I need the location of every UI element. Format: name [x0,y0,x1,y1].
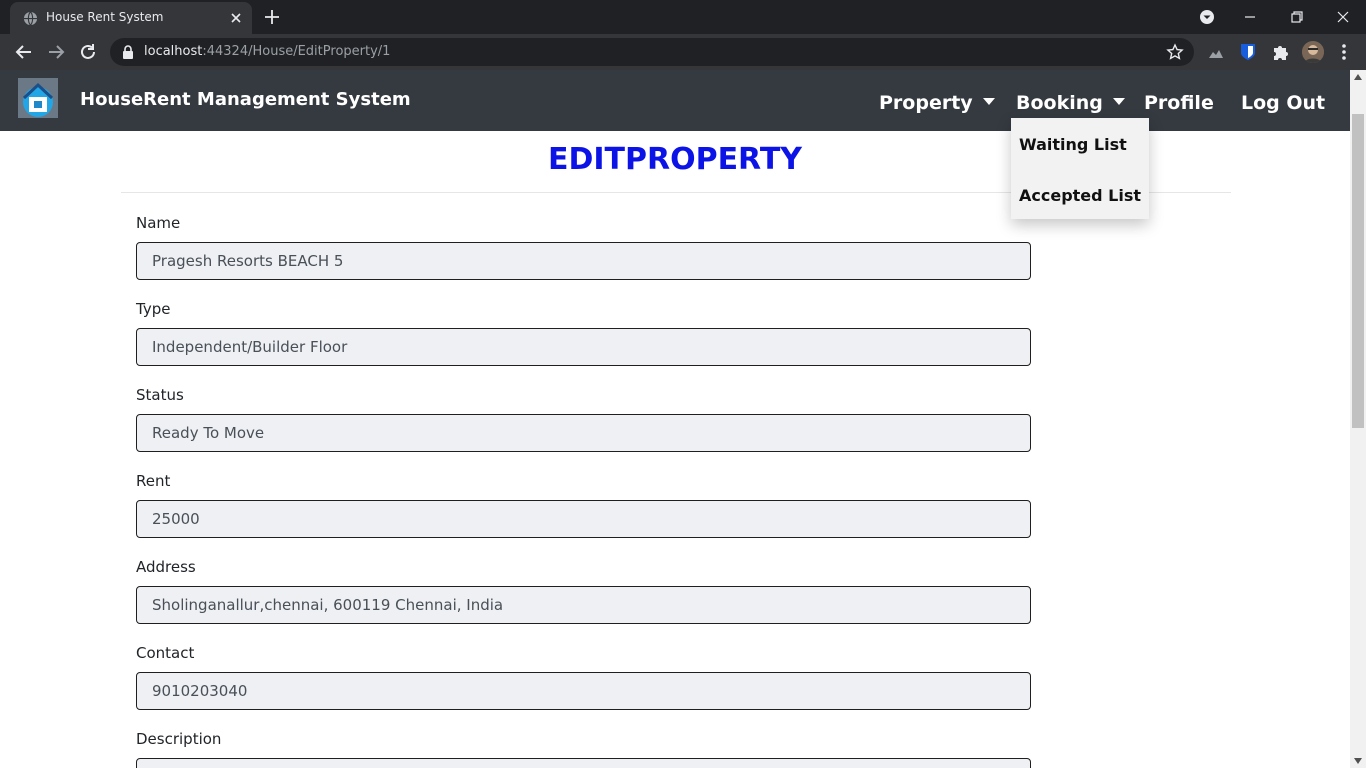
kebab-menu-icon[interactable] [1336,42,1352,62]
scroll-down-arrow-icon[interactable] [1354,758,1362,764]
browser-tab-active[interactable]: House Rent System [10,2,252,34]
status-label: Status [136,386,184,404]
name-field[interactable]: Pragesh Resorts BEACH 5 [136,242,1031,280]
nav-property[interactable]: Property [879,92,995,114]
type-label: Type [136,300,171,318]
profile-avatar[interactable] [1302,41,1324,63]
rent-field[interactable]: 25000 [136,500,1031,538]
contact-field[interactable]: 9010203040 [136,672,1031,710]
brand-title[interactable]: HouseRent Management System [80,89,411,110]
reload-icon[interactable] [77,41,99,63]
address-field[interactable]: Sholinganallur,chennai, 600119 Chennai, … [136,586,1031,624]
rent-label: Rent [136,472,171,490]
url-text[interactable]: localhost:44324/House/EditProperty/1 [144,44,390,59]
profile-dropdown-icon[interactable] [1196,6,1218,28]
minimize-icon[interactable] [1239,6,1261,28]
nav-booking[interactable]: Booking [1016,92,1125,114]
address-bar[interactable]: localhost:44324/House/EditProperty/1 [110,38,1194,66]
page-scrollbar[interactable] [1350,70,1366,768]
plus-icon[interactable] [262,7,282,27]
type-field[interactable]: Independent/Builder Floor [136,328,1031,366]
page-viewport: HouseRent Management System Property Boo… [0,70,1350,768]
house-logo[interactable] [18,78,58,118]
extension-icon[interactable] [1206,42,1226,62]
caret-down-icon [1112,98,1125,105]
browser-tabstrip: House Rent System [0,0,1366,34]
puzzle-icon[interactable] [1270,42,1290,62]
nav-logout[interactable]: Log Out [1241,92,1325,114]
shield-icon[interactable] [1238,42,1258,62]
avatar-image [1302,41,1324,63]
close-icon[interactable] [228,10,244,26]
description-field[interactable] [136,758,1031,768]
globe-icon [23,11,38,26]
booking-dropdown-menu: Waiting List Accepted List [1011,118,1149,219]
window-close-icon[interactable] [1332,6,1354,28]
address-label: Address [136,558,196,576]
contact-label: Contact [136,644,195,662]
dropdown-item-accepted-list[interactable]: Accepted List [1019,186,1141,205]
tab-title: House Rent System [46,10,164,24]
browser-toolbar: localhost:44324/House/EditProperty/1 [0,34,1366,70]
caret-down-icon [982,98,995,105]
name-label: Name [136,214,181,232]
restore-icon[interactable] [1286,6,1308,28]
lock-icon[interactable] [122,45,134,59]
scroll-up-arrow-icon[interactable] [1354,74,1362,80]
star-icon[interactable] [1166,43,1184,61]
back-arrow-icon[interactable] [13,41,35,63]
house-icon [18,78,58,118]
description-label: Description [136,730,222,748]
forward-arrow-icon[interactable] [45,41,67,63]
scroll-thumb[interactable] [1352,114,1364,428]
nav-profile[interactable]: Profile [1144,92,1214,114]
status-field[interactable]: Ready To Move [136,414,1031,452]
dropdown-item-waiting-list[interactable]: Waiting List [1019,135,1127,154]
